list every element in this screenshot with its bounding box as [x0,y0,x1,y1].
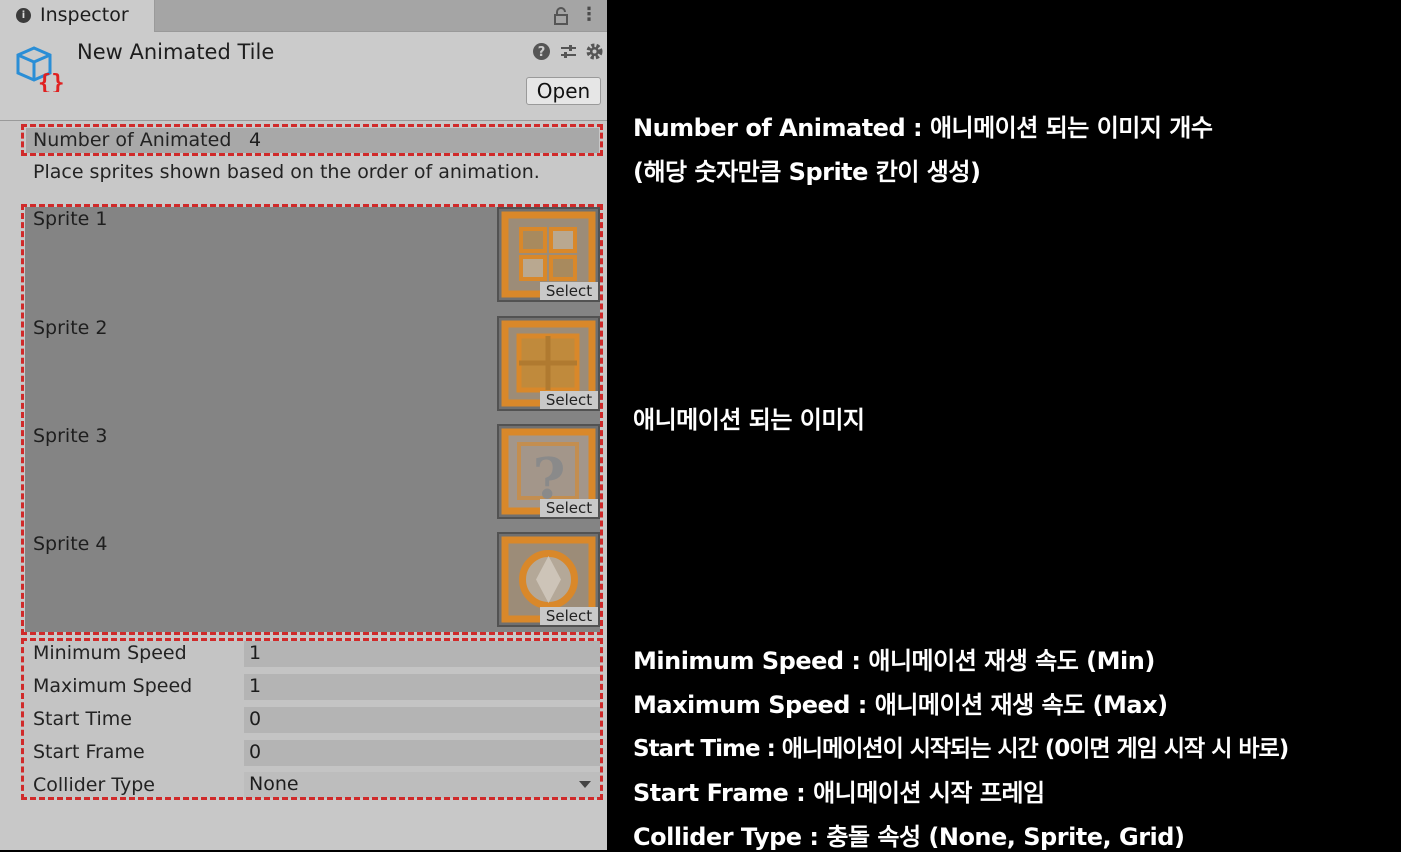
kebab-menu-icon[interactable]: ⋮ [580,4,598,25]
tab-inspector[interactable]: i Inspector [0,0,155,32]
open-button[interactable]: Open [526,77,601,105]
note-number-of-animated-detail: (해당 숫자만큼 Sprite 칸이 생성) [633,158,981,186]
preset-icon[interactable] [559,42,578,61]
asset-header: {} New Animated Tile ? Open [0,32,607,121]
help-text: Place sprites shown based on the order o… [33,161,540,183]
note-number-of-animated: Number of Animated : 애니메이션 되는 이미지 개수 [633,114,1213,142]
note-start-time: Start Time : 애니메이션이 시작되는 시간 (0이면 게임 시작 시… [633,736,1289,762]
animated-tile-asset-icon: {} [16,46,65,92]
lock-icon[interactable] [553,6,569,26]
note-sprites: 애니메이션 되는 이미지 [633,406,865,434]
info-icon: i [16,8,31,23]
highlight-properties [21,638,603,800]
note-collider-type: Collider Type : 충돌 속성 (None, Sprite, Gri… [633,823,1185,851]
tab-title: Inspector [40,4,129,26]
highlight-sprites [21,204,603,635]
note-minimum-speed: Minimum Speed : 애니메이션 재생 속도 (Min) [633,647,1155,675]
note-start-frame: Start Frame : 애니메이션 시작 프레임 [633,779,1045,807]
asset-name: New Animated Tile [77,40,275,64]
help-icon[interactable]: ? [532,42,551,61]
note-maximum-speed: Maximum Speed : 애니메이션 재생 속도 (Max) [633,691,1168,719]
svg-text:?: ? [538,45,546,60]
highlight-number [21,124,603,156]
gear-icon[interactable] [585,42,604,61]
inspector-panel: i Inspector ⋮ {} New Animated Tile ? Ope… [0,0,607,850]
tab-bar: i Inspector ⋮ [0,0,607,32]
svg-text:{}: {} [38,71,65,92]
